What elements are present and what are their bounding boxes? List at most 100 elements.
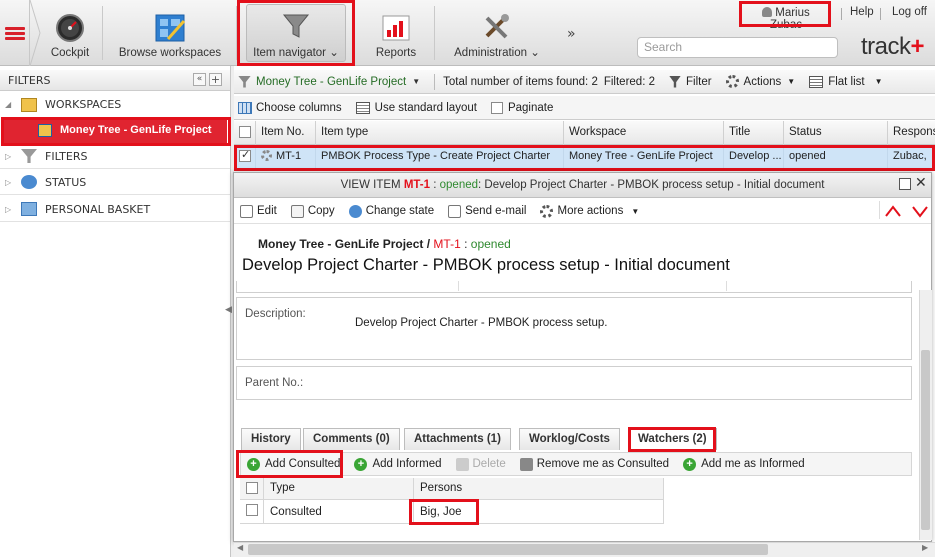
change-state-button[interactable]: Change state xyxy=(348,204,434,218)
column-header-status[interactable]: Status xyxy=(784,121,888,145)
remove-consulted-label: Remove me as Consulted xyxy=(536,458,670,470)
column-header-item-type[interactable]: Item type xyxy=(316,121,564,145)
column-header-item-no[interactable]: Item No. xyxy=(256,121,316,145)
watchers-col-persons[interactable]: Persons xyxy=(414,478,664,500)
tab-watchers[interactable]: Watchers (2) xyxy=(628,428,717,450)
search-input[interactable]: Search xyxy=(637,37,838,58)
previous-item-icon[interactable] xyxy=(884,204,902,218)
nav-browse-workspaces[interactable]: Browse workspaces xyxy=(114,0,226,66)
grid-options-toolbar: Choose columns Use standard layout Pagin… xyxy=(234,96,935,120)
edit-button[interactable]: Edit xyxy=(240,204,277,218)
column-header-responsible[interactable]: Respons xyxy=(888,121,935,145)
help-link[interactable]: Help xyxy=(850,6,874,18)
row-title: Develop ... xyxy=(724,146,784,168)
vertical-scrollbar-thumb[interactable] xyxy=(921,350,930,530)
breadcrumb-slash: / xyxy=(426,237,431,251)
choose-columns-label: Choose columns xyxy=(256,101,342,114)
watchers-select-all[interactable] xyxy=(240,478,264,500)
add-me-informed-button[interactable]: + Add me as Informed xyxy=(683,457,805,471)
row-checkbox[interactable] xyxy=(239,148,251,162)
send-email-button[interactable]: Send e-mail xyxy=(448,204,526,218)
tab-comments[interactable]: Comments (0) xyxy=(303,428,400,450)
fields-box-top xyxy=(236,281,912,293)
nav-cockpit[interactable]: Cockpit xyxy=(44,0,96,66)
select-all-column[interactable] xyxy=(234,121,256,145)
row-item-no-cell[interactable]: MT-1 xyxy=(256,146,316,168)
funnel-icon xyxy=(21,149,37,163)
flat-list-button[interactable]: Flat list ▼ xyxy=(809,75,883,88)
item-gear-icon xyxy=(261,150,272,161)
description-box: Description: Develop Project Charter - P… xyxy=(236,297,912,360)
collapse-panel-icon[interactable]: « xyxy=(193,73,206,86)
select-all-checkbox[interactable] xyxy=(239,126,251,138)
user-name-link[interactable]: Marius Zubac xyxy=(745,6,827,31)
horizontal-scrollbar-thumb[interactable] xyxy=(248,544,768,555)
breadcrumb-status: opened xyxy=(470,237,511,251)
tab-attachments[interactable]: Attachments (1) xyxy=(404,428,511,450)
field-divider xyxy=(726,281,727,291)
paginate-checkbox-box[interactable] xyxy=(490,101,503,114)
delete-button[interactable]: Delete xyxy=(455,457,506,471)
next-item-icon[interactable] xyxy=(911,204,929,218)
watchers-select-all-checkbox[interactable] xyxy=(246,482,258,494)
watcher-row-person: Big, Joe xyxy=(414,500,664,524)
nav-item-navigator[interactable]: Item navigator ⌄ xyxy=(246,0,346,66)
add-icon: + xyxy=(247,457,260,471)
filter-button[interactable]: Filter xyxy=(668,75,712,88)
tab-worklog[interactable]: Worklog/Costs xyxy=(519,428,620,450)
nav-administration[interactable]: Administration ⌄ xyxy=(444,0,550,66)
item-breadcrumb: Money Tree - GenLife Project / MT-1 : op… xyxy=(258,237,511,251)
pencil-icon xyxy=(240,204,253,218)
row-status: opened xyxy=(784,146,888,168)
project-icon xyxy=(38,124,52,137)
watcher-row-select[interactable] xyxy=(240,500,264,524)
watcher-row-type: Consulted xyxy=(264,500,414,524)
column-header-workspace[interactable]: Workspace xyxy=(564,121,724,145)
row-select-cell[interactable] xyxy=(234,146,256,168)
scroll-left-arrow-icon[interactable]: ◀ xyxy=(237,543,243,552)
actions-button[interactable]: Actions ▼ xyxy=(725,75,795,88)
tree-personal-basket[interactable]: ▷ PERSONAL BASKET xyxy=(0,197,230,222)
add-filter-icon[interactable]: + xyxy=(209,73,222,86)
copy-button[interactable]: Copy xyxy=(290,204,335,218)
logoff-link[interactable]: Log off xyxy=(892,6,927,18)
choose-columns-button[interactable]: Choose columns xyxy=(238,101,342,114)
paginate-checkbox[interactable]: Paginate xyxy=(490,101,553,114)
status-gears-icon xyxy=(21,175,37,189)
link-divider xyxy=(841,8,842,20)
envelope-icon xyxy=(448,204,462,218)
layout-grid-icon xyxy=(355,101,370,114)
project-selector[interactable]: Money Tree - GenLife Project ▼ xyxy=(238,75,420,88)
more-actions-button[interactable]: More actions ▼ xyxy=(540,204,639,218)
add-consulted-button[interactable]: + Add Consulted xyxy=(241,457,340,471)
item-heading: Develop Project Charter - PMBOK process … xyxy=(242,256,730,274)
nav-item-navigator-label-wrap: Item navigator ⌄ xyxy=(253,45,339,59)
hamburger-menu-icon[interactable] xyxy=(0,0,30,66)
nav-more-icon[interactable]: » xyxy=(567,26,576,42)
maximize-icon[interactable] xyxy=(899,178,911,190)
watchers-col-type[interactable]: Type xyxy=(264,478,414,500)
table-row[interactable]: MT-1 PMBOK Process Type - Create Project… xyxy=(234,146,935,168)
tree-status[interactable]: ▷ STATUS xyxy=(0,170,230,195)
scroll-right-arrow-icon[interactable]: ▶ xyxy=(922,543,928,552)
tab-history[interactable]: History xyxy=(241,428,301,450)
breadcrumb-item-id: MT-1 xyxy=(433,237,461,251)
gear-icon xyxy=(540,204,554,218)
add-informed-label: Add Informed xyxy=(372,458,442,470)
nav-administration-label-wrap: Administration ⌄ xyxy=(454,45,540,59)
view-item-window: VIEW ITEM MT-1 : opened: Develop Project… xyxy=(233,172,932,542)
splitter-arrow-icon[interactable]: ◀ xyxy=(225,305,232,315)
standard-layout-button[interactable]: Use standard layout xyxy=(355,101,477,114)
gear-icon xyxy=(725,75,739,88)
grid-header: Item No. Item type Workspace Title Statu… xyxy=(234,121,935,145)
add-informed-button[interactable]: + Add Informed xyxy=(354,457,442,471)
column-header-title[interactable]: Title xyxy=(724,121,784,145)
tree-workspaces[interactable]: ◢ WORKSPACES xyxy=(0,92,230,117)
nav-reports[interactable]: Reports xyxy=(368,0,424,66)
close-icon[interactable]: ✕ xyxy=(915,175,927,191)
remove-me-consulted-button[interactable]: Remove me as Consulted xyxy=(519,457,670,471)
total-count: Total number of items found: 2 xyxy=(443,75,598,88)
watcher-row-checkbox[interactable] xyxy=(246,504,258,516)
tree-filters[interactable]: ▷ FILTERS xyxy=(0,144,230,169)
tree-selected-project[interactable]: Money Tree - GenLife Project xyxy=(4,119,227,143)
